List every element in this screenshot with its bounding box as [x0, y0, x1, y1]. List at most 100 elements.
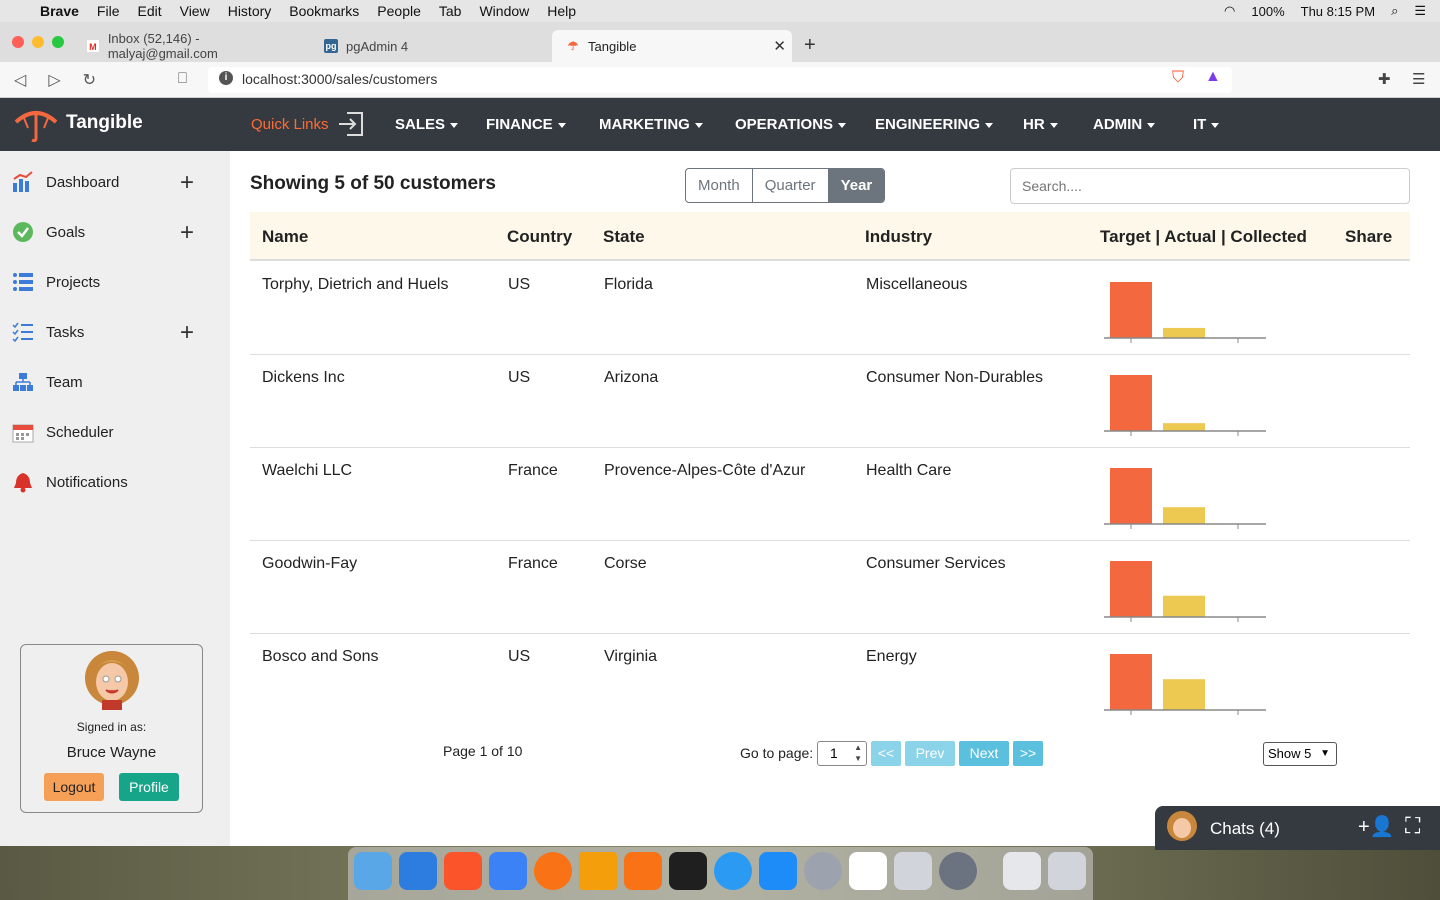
- sublime-icon[interactable]: [624, 852, 662, 890]
- first-page-button[interactable]: <<: [871, 741, 901, 766]
- period-quarter-button[interactable]: Quarter: [753, 169, 829, 202]
- target-actual-collected-chart[interactable]: [1104, 464, 1268, 532]
- target-actual-collected-chart[interactable]: [1104, 650, 1268, 718]
- new-tab-icon[interactable]: +: [804, 34, 816, 57]
- column-header-share[interactable]: Share: [1345, 227, 1392, 247]
- customer-name[interactable]: Waelchi LLC: [262, 462, 352, 480]
- menubar-window[interactable]: Window: [479, 3, 529, 19]
- browser-menu-icon[interactable]: ☰: [1412, 70, 1425, 88]
- search-input[interactable]: [1010, 168, 1410, 204]
- close-tab-icon[interactable]: ✕: [773, 37, 786, 55]
- finder-icon[interactable]: [354, 852, 392, 890]
- zoom-window-button[interactable]: [52, 36, 64, 48]
- menubar-clock[interactable]: Thu 8:15 PM: [1301, 4, 1375, 19]
- menu-it[interactable]: IT: [1193, 116, 1219, 133]
- customer-name[interactable]: Goodwin-Fay: [262, 555, 357, 573]
- login-arrow-icon[interactable]: [337, 110, 365, 138]
- app-store-icon[interactable]: [759, 852, 797, 890]
- trash-icon[interactable]: [1048, 852, 1086, 890]
- sidebar-item-goals[interactable]: Goals: [12, 221, 85, 243]
- profile-button[interactable]: Profile: [119, 773, 179, 801]
- avatar[interactable]: [84, 650, 140, 710]
- vlc-icon[interactable]: [579, 852, 617, 890]
- system-preferences-icon[interactable]: [939, 852, 977, 890]
- downloads-stack-icon[interactable]: [1003, 852, 1041, 890]
- logout-button[interactable]: Logout: [44, 773, 104, 801]
- menubar-history[interactable]: History: [228, 3, 272, 19]
- site-info-icon[interactable]: i: [219, 71, 233, 85]
- add-person-icon[interactable]: +👤: [1358, 814, 1395, 839]
- menubar-help[interactable]: Help: [547, 3, 576, 19]
- brave-rewards-icon[interactable]: ▲: [1205, 68, 1221, 86]
- menu-marketing[interactable]: MARKETING: [599, 116, 703, 133]
- customer-name[interactable]: Torphy, Dietrich and Huels: [262, 276, 448, 294]
- column-header-country[interactable]: Country: [507, 227, 572, 247]
- browser-tab-pgadmin[interactable]: pg pgAdmin 4: [310, 30, 550, 62]
- menubar-bookmarks[interactable]: Bookmarks: [289, 3, 359, 19]
- sidebar-item-team[interactable]: Team: [12, 371, 83, 393]
- target-actual-collected-chart[interactable]: [1104, 371, 1268, 439]
- menubar-view[interactable]: View: [180, 3, 210, 19]
- menu-admin[interactable]: ADMIN: [1093, 116, 1155, 133]
- terminal-icon[interactable]: [669, 852, 707, 890]
- wifi-icon[interactable]: ◠: [1224, 3, 1235, 19]
- extensions-icon[interactable]: ✚: [1378, 70, 1391, 88]
- close-window-button[interactable]: [12, 36, 24, 48]
- launchpad-icon[interactable]: [804, 852, 842, 890]
- add-task-button[interactable]: +: [180, 321, 194, 345]
- stepper-arrows-icon[interactable]: ▲ ▼: [854, 742, 862, 764]
- fullscreen-icon[interactable]: ⛶: [1405, 813, 1420, 839]
- back-icon[interactable]: ◁: [14, 70, 26, 90]
- add-dashboard-button[interactable]: +: [180, 171, 194, 195]
- last-page-button[interactable]: >>: [1013, 741, 1043, 766]
- customer-name[interactable]: Bosco and Sons: [262, 648, 379, 666]
- sidebar-item-tasks[interactable]: Tasks: [12, 321, 84, 343]
- menu-finance[interactable]: FINANCE: [486, 116, 566, 133]
- column-header-target-actual-collected[interactable]: Target | Actual | Collected: [1100, 227, 1307, 247]
- browser-tab-tangible[interactable]: ☂ Tangible ✕: [552, 30, 792, 62]
- target-actual-collected-chart[interactable]: [1104, 557, 1268, 625]
- calculator-icon[interactable]: [894, 852, 932, 890]
- brave-icon[interactable]: [444, 852, 482, 890]
- column-header-industry[interactable]: Industry: [865, 227, 932, 247]
- chats-label[interactable]: Chats (4): [1210, 819, 1280, 839]
- brave-shield-icon[interactable]: ⛉: [1172, 69, 1184, 87]
- spotlight-search-icon[interactable]: ⌕: [1391, 3, 1398, 19]
- sidebar-item-dashboard[interactable]: Dashboard: [12, 171, 119, 193]
- safari-icon[interactable]: [714, 852, 752, 890]
- menubar-app-name[interactable]: Brave: [40, 3, 79, 19]
- menu-engineering[interactable]: ENGINEERING: [875, 116, 993, 133]
- calendar-app-icon[interactable]: [849, 852, 887, 890]
- prev-page-button[interactable]: Prev: [905, 741, 955, 766]
- sidebar-item-notifications[interactable]: Notifications: [12, 471, 128, 493]
- reload-icon[interactable]: ↻: [83, 70, 96, 90]
- sidebar-item-projects[interactable]: Projects: [12, 271, 100, 293]
- period-year-button[interactable]: Year: [828, 169, 885, 202]
- menubar-file[interactable]: File: [97, 3, 120, 19]
- sidebar-item-scheduler[interactable]: Scheduler: [12, 421, 114, 443]
- postman-icon[interactable]: [534, 852, 572, 890]
- bookmark-icon[interactable]: ⎕: [178, 70, 187, 87]
- minimize-window-button[interactable]: [32, 36, 44, 48]
- tangible-logo-icon[interactable]: [14, 106, 58, 142]
- menubar-tab[interactable]: Tab: [439, 3, 462, 19]
- add-goal-button[interactable]: +: [180, 221, 194, 245]
- menu-operations[interactable]: OPERATIONS: [735, 116, 846, 133]
- goto-page-input[interactable]: 1 ▲ ▼: [817, 741, 867, 766]
- browser-tab-gmail[interactable]: M Inbox (52,146) - malyaj@gmail.com: [72, 30, 310, 62]
- customer-name[interactable]: Dickens Inc: [262, 369, 345, 387]
- forward-icon[interactable]: ▷: [48, 70, 60, 90]
- quick-links[interactable]: Quick Links: [251, 116, 329, 133]
- menubar-edit[interactable]: Edit: [137, 3, 161, 19]
- next-page-button[interactable]: Next: [959, 741, 1009, 766]
- menubar-people[interactable]: People: [377, 3, 421, 19]
- battery-percent[interactable]: 100%: [1251, 4, 1284, 19]
- control-center-icon[interactable]: ☰: [1414, 3, 1426, 19]
- brand-name[interactable]: Tangible: [66, 112, 143, 134]
- url-text[interactable]: localhost:3000/sales/customers: [242, 71, 437, 87]
- vscode-icon[interactable]: [399, 852, 437, 890]
- wps-icon[interactable]: [489, 852, 527, 890]
- menu-sales[interactable]: SALES: [395, 116, 458, 133]
- column-header-name[interactable]: Name: [262, 227, 308, 247]
- menu-hr[interactable]: HR: [1023, 116, 1058, 133]
